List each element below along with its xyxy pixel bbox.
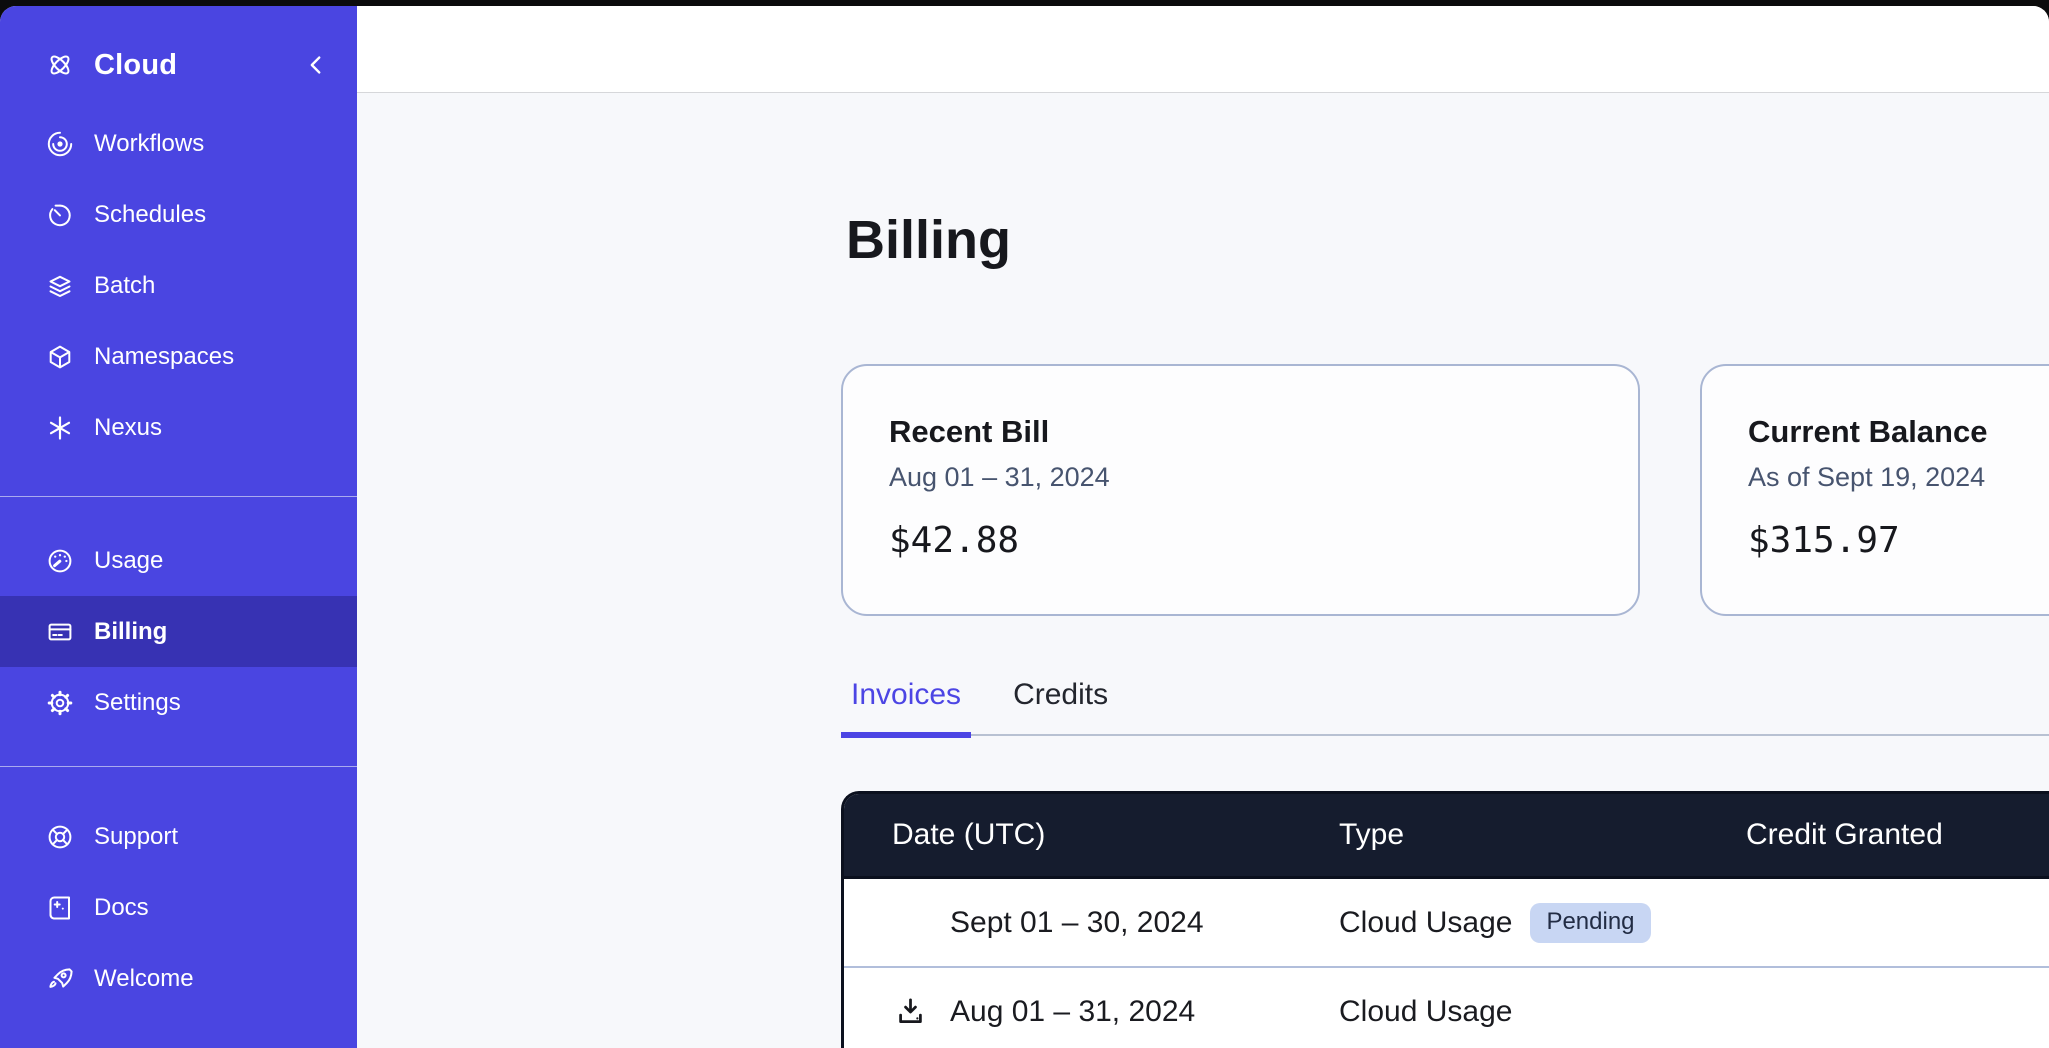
- sidebar: Cloud Workflows: [0, 6, 357, 1048]
- sidebar-item-label: Welcome: [94, 965, 194, 993]
- welcome-rocket-icon: [46, 965, 74, 993]
- sidebar-footer-section: Support Docs: [0, 767, 357, 1048]
- settings-gear-icon: [46, 689, 74, 717]
- billing-card-icon: [46, 618, 74, 646]
- main-area: Billing Recent Bill Aug 01 – 31, 2024 $4…: [357, 6, 2049, 1048]
- invoice-type: Cloud Usage: [1339, 995, 1512, 1029]
- nexus-asterisk-icon: [46, 414, 74, 442]
- invoice-type-cell: Cloud Usage Pending: [1339, 903, 1746, 943]
- sidebar-item-label: Settings: [94, 689, 181, 717]
- sidebar-item-label: Batch: [94, 272, 155, 300]
- invoice-date-cell: Sept 01 – 30, 2024: [892, 906, 1339, 940]
- card-amount: $42.88: [889, 520, 1592, 561]
- chevron-left-icon[interactable]: [301, 50, 331, 80]
- sidebar-item-label: Namespaces: [94, 343, 234, 371]
- docs-book-icon: [46, 894, 74, 922]
- invoice-type: Cloud Usage: [1339, 906, 1512, 940]
- sidebar-item-label: Docs: [94, 894, 149, 922]
- card-subtitle: Aug 01 – 31, 2024: [889, 462, 1592, 493]
- sidebar-item-support[interactable]: Support: [0, 801, 357, 872]
- sidebar-item-label: Workflows: [94, 130, 204, 158]
- sidebar-item-docs[interactable]: Docs: [0, 872, 357, 943]
- billing-page: Billing Recent Bill Aug 01 – 31, 2024 $4…: [841, 93, 2049, 1048]
- sidebar-primary-section: Workflows Schedules: [0, 108, 357, 463]
- invoice-date-cell: Aug 01 – 31, 2024: [892, 995, 1339, 1029]
- table-header-row: Date (UTC) Type Credit Granted: [844, 794, 2049, 879]
- card-amount: $315.97: [1748, 520, 2049, 561]
- support-lifering-icon: [46, 823, 74, 851]
- sidebar-item-label: Usage: [94, 547, 163, 575]
- column-header-type: Type: [1339, 818, 1746, 852]
- batch-layers-icon: [46, 272, 74, 300]
- temporal-logo-icon: [46, 51, 74, 79]
- sidebar-item-batch[interactable]: Batch: [0, 250, 357, 321]
- sidebar-item-label: Schedules: [94, 201, 206, 229]
- invoices-table: Date (UTC) Type Credit Granted Sept 01 –…: [841, 791, 2049, 1048]
- sidebar-item-workflows[interactable]: Workflows: [0, 108, 357, 179]
- invoice-date: Sept 01 – 30, 2024: [950, 906, 1204, 940]
- sidebar-item-welcome[interactable]: Welcome: [0, 943, 357, 1014]
- card-title: Current Balance: [1748, 414, 2049, 450]
- sidebar-item-namespaces[interactable]: Namespaces: [0, 321, 357, 392]
- card-title: Recent Bill: [889, 414, 1592, 450]
- sidebar-item-usage[interactable]: Usage: [0, 525, 357, 596]
- card-subtitle: As of Sept 19, 2024: [1748, 462, 2049, 493]
- content-area: Billing Recent Bill Aug 01 – 31, 2024 $4…: [357, 93, 2049, 1048]
- sidebar-item-label: Support: [94, 823, 178, 851]
- tab-credits[interactable]: Credits: [1003, 678, 1118, 738]
- sidebar-brand[interactable]: Cloud: [0, 6, 357, 102]
- table-row[interactable]: Aug 01 – 31, 2024 Cloud Usage: [844, 968, 2049, 1048]
- workflows-icon: [46, 130, 74, 158]
- usage-gauge-icon: [46, 547, 74, 575]
- sidebar-item-nexus[interactable]: Nexus: [0, 392, 357, 463]
- namespaces-cube-icon: [46, 343, 74, 371]
- schedules-icon: [46, 201, 74, 229]
- summary-cards: Recent Bill Aug 01 – 31, 2024 $42.88 Cur…: [841, 364, 2049, 616]
- recent-bill-card: Recent Bill Aug 01 – 31, 2024 $42.88: [841, 364, 1640, 616]
- table-row[interactable]: Sept 01 – 30, 2024 Cloud Usage Pending: [844, 879, 2049, 968]
- invoice-date: Aug 01 – 31, 2024: [950, 995, 1195, 1029]
- top-bar: [357, 6, 2049, 93]
- sidebar-account-section: Usage Billing: [0, 497, 357, 766]
- sidebar-item-schedules[interactable]: Schedules: [0, 179, 357, 250]
- page-title: Billing: [846, 209, 2049, 271]
- status-badge: Pending: [1530, 903, 1650, 943]
- invoice-type-cell: Cloud Usage: [1339, 995, 1746, 1029]
- download-icon[interactable]: [892, 995, 928, 1028]
- current-balance-card: Current Balance As of Sept 19, 2024 $315…: [1700, 364, 2049, 616]
- brand-label: Cloud: [94, 49, 281, 82]
- sidebar-item-label: Billing: [94, 618, 167, 646]
- app-window: Cloud Workflows: [0, 6, 2049, 1048]
- sidebar-item-label: Nexus: [94, 414, 162, 442]
- billing-tabs: Invoices Credits: [841, 678, 2049, 736]
- column-header-date: Date (UTC): [892, 818, 1339, 852]
- tab-invoices[interactable]: Invoices: [841, 678, 971, 738]
- sidebar-item-billing[interactable]: Billing: [0, 596, 357, 667]
- column-header-credit-granted: Credit Granted: [1746, 818, 2049, 852]
- sidebar-item-settings[interactable]: Settings: [0, 667, 357, 738]
